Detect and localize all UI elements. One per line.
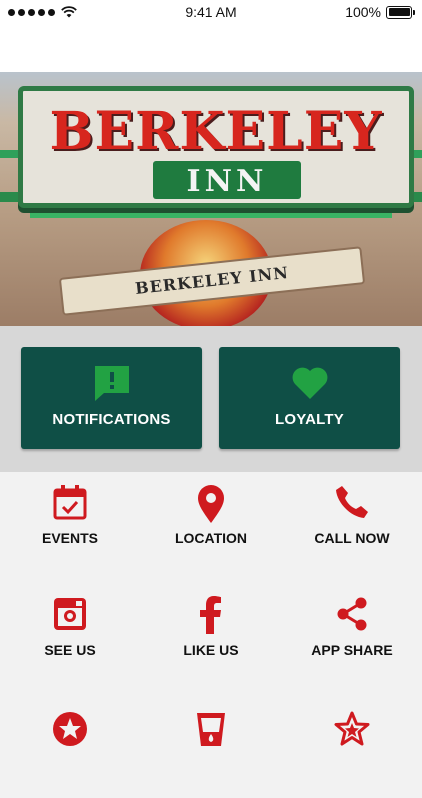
phone-icon bbox=[336, 486, 368, 518]
banner-text: BERKELEY INN bbox=[134, 262, 290, 299]
battery-icon bbox=[386, 5, 415, 19]
app-share-label: APP SHARE bbox=[311, 642, 393, 658]
battery-group: 100% bbox=[345, 4, 415, 20]
specials-tile[interactable] bbox=[0, 698, 140, 798]
sign-subtitle: INN bbox=[186, 164, 268, 199]
calendar-icon bbox=[53, 485, 87, 520]
see-us-tile[interactable]: SEE US bbox=[0, 584, 140, 684]
see-us-label: SEE US bbox=[44, 642, 96, 658]
location-label: LOCATION bbox=[174, 530, 248, 546]
location-tile[interactable]: LOCATION bbox=[141, 472, 281, 572]
drinks-tile[interactable] bbox=[141, 698, 281, 798]
sign-title: BERKELEY bbox=[49, 101, 383, 162]
like-us-tile[interactable]: LIKE US bbox=[141, 584, 281, 684]
star-outline-icon bbox=[334, 711, 370, 746]
star-circle-icon bbox=[53, 712, 87, 746]
share-icon bbox=[337, 597, 367, 631]
sign-subtitle-plate: INN bbox=[153, 161, 301, 199]
instagram-icon bbox=[54, 598, 86, 630]
app-share-tile[interactable]: APP SHARE bbox=[282, 584, 422, 684]
reviews-tile[interactable] bbox=[282, 698, 422, 798]
events-tile[interactable]: EVENTS bbox=[0, 472, 140, 572]
like-us-label: LIKE US bbox=[183, 642, 239, 658]
status-bar: 9:41 AM 100% bbox=[0, 0, 422, 24]
sign-stripe bbox=[30, 212, 392, 218]
cup-icon bbox=[197, 713, 225, 746]
map-pin-icon bbox=[198, 485, 224, 523]
call-now-label: CALL NOW bbox=[314, 530, 390, 546]
menu-grid: EVENTS LOCATION CALL NOW SEE US LIKE US … bbox=[0, 472, 422, 750]
loyalty-label: LOYALTY bbox=[275, 411, 344, 428]
notifications-button[interactable]: NOTIFICATIONS bbox=[21, 347, 202, 449]
facebook-icon bbox=[200, 596, 221, 634]
hero-image: BERKELEY INN BERKELEY INN bbox=[0, 72, 422, 326]
notifications-label: NOTIFICATIONS bbox=[52, 411, 171, 428]
call-now-tile[interactable]: CALL NOW bbox=[282, 472, 422, 572]
loyalty-button[interactable]: LOYALTY bbox=[219, 347, 400, 449]
heart-icon bbox=[292, 367, 327, 399]
battery-percent: 100% bbox=[345, 4, 381, 20]
action-panel: NOTIFICATIONS LOYALTY bbox=[0, 326, 422, 472]
chat-alert-icon bbox=[94, 366, 129, 401]
sign-board: BERKELEY INN bbox=[18, 86, 414, 208]
events-label: EVENTS bbox=[41, 530, 98, 546]
navigation-bar bbox=[0, 24, 422, 72]
